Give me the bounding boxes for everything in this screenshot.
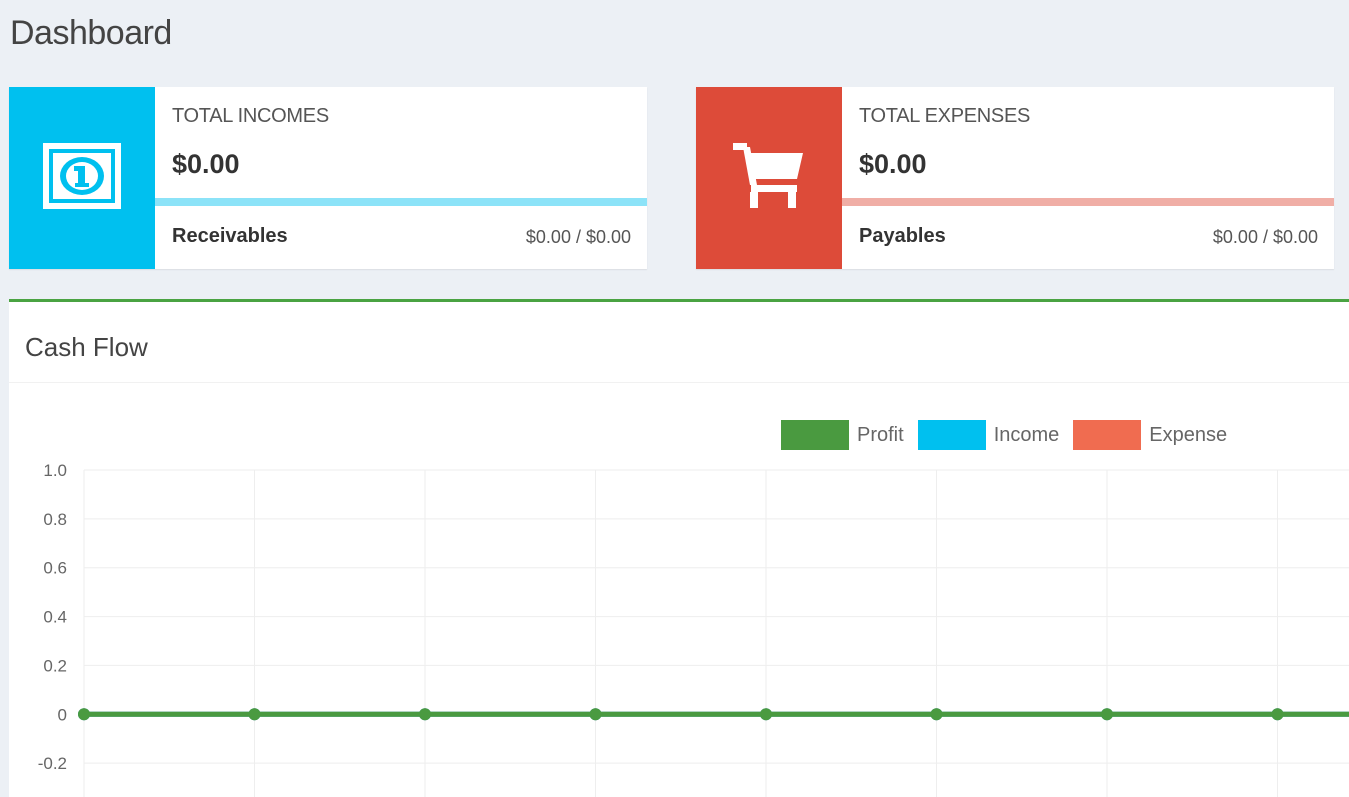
income-progress-bar (155, 198, 647, 206)
payables-label: Payables (859, 225, 946, 247)
expense-progress-bar (842, 198, 1334, 206)
income-icon-area (9, 87, 155, 269)
total-incomes-amount: $0.00 (172, 149, 240, 179)
data-point-profit (1271, 708, 1284, 721)
data-point-profit (248, 708, 261, 721)
money-bill-icon (42, 142, 122, 215)
total-expenses-amount: $0.00 (859, 149, 927, 179)
y-tick-label: 1.0 (43, 461, 67, 480)
cash-flow-chart: 1.0 0.8 0.6 0.4 0.2 0 -0.2 (38, 461, 1349, 797)
y-tick-label: 0.2 (43, 656, 67, 675)
data-point-profit (419, 708, 431, 721)
y-tick-label: 0 (58, 705, 67, 724)
data-point-profit (78, 708, 90, 721)
data-point-profit (1101, 708, 1113, 721)
expense-icon-area (696, 87, 842, 269)
receivables-label: Receivables (172, 225, 288, 247)
shopping-cart-icon (733, 139, 805, 218)
y-tick-label: 0.4 (43, 608, 67, 627)
payables-value: $0.00 / $0.00 (1212, 227, 1318, 247)
receivables-value: $0.00 / $0.00 (525, 227, 631, 247)
total-incomes-label: TOTAL INCOMES (172, 105, 329, 127)
data-point-profit (930, 708, 943, 721)
data-point-profit (589, 708, 602, 721)
total-incomes-box: TOTAL INCOMES $0.00 Receivables $0.00 / … (9, 87, 647, 269)
cash-flow-panel: Cash Flow Profit Income Expense 1.0 0.8 0.… (9, 299, 1349, 797)
y-tick-label: 0.6 (43, 559, 67, 578)
page-title: Dashboard (10, 14, 172, 52)
y-tick-label: -0.2 (38, 754, 67, 773)
y-tick-label: 0.8 (43, 510, 67, 529)
total-expenses-box: TOTAL EXPENSES $0.00 Payables $0.00 / $0… (696, 87, 1334, 269)
data-point-profit (760, 708, 772, 721)
total-expenses-label: TOTAL EXPENSES (859, 105, 1031, 127)
